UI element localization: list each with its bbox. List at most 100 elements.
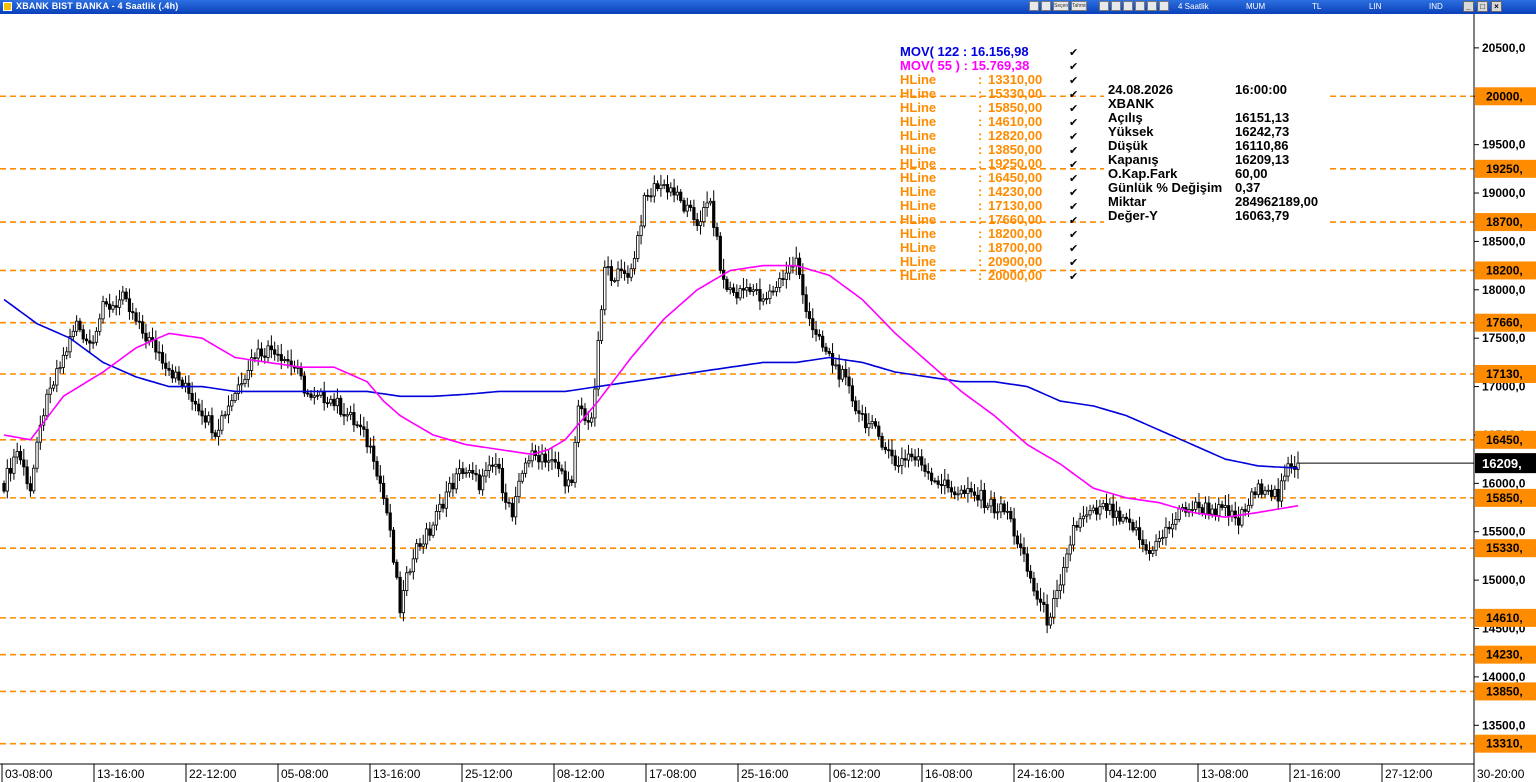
candle-body	[613, 280, 617, 282]
candle-body	[1217, 504, 1221, 516]
candle-body	[329, 398, 333, 404]
info-value: 0,37	[1235, 180, 1260, 195]
candle-body	[124, 291, 128, 300]
pencil-icon[interactable]	[1123, 1, 1133, 11]
options-button[interactable]: Seçenekler	[1053, 1, 1069, 11]
candle-body	[923, 464, 927, 472]
candle-body	[1283, 475, 1287, 482]
candle-body	[299, 366, 303, 377]
candle-body	[500, 467, 505, 494]
legend-hline-value: 14610,00	[988, 114, 1042, 129]
legend-check-icon: ✔	[1069, 159, 1078, 171]
candle-body	[1022, 547, 1026, 555]
currency-button[interactable]: TL	[1312, 2, 1321, 11]
legend-check-icon: ✔	[1069, 75, 1078, 87]
candle-body	[840, 368, 845, 380]
y-tick-label: 19500,0	[1482, 138, 1526, 152]
legend-hline-name: HLine	[900, 198, 936, 213]
candle-body	[382, 482, 386, 499]
candle-body	[844, 368, 848, 378]
candle-body	[784, 272, 788, 280]
indicator-button[interactable]: IND	[1429, 2, 1443, 11]
candle-body	[193, 400, 198, 405]
candle-body	[1276, 488, 1280, 502]
candle-body	[867, 423, 871, 429]
crosshair-icon[interactable]	[1159, 1, 1169, 11]
minimize-button[interactable]: _	[1463, 1, 1474, 12]
candle-body	[962, 489, 967, 494]
candle-body	[880, 435, 884, 448]
legend-hline-name: HLine	[900, 128, 936, 143]
candle-body	[1002, 503, 1006, 513]
info-label: Günlük % Değişim	[1108, 180, 1222, 195]
hline-label: 14610,	[1486, 611, 1523, 625]
legend-hline-colon: :	[978, 128, 982, 143]
candle-body	[606, 266, 610, 268]
time-axis: 03-08:00 13-16:00 22-12:00 05-08:00 13-16:00…	[0, 763, 1536, 782]
legend-hline-colon: :	[978, 156, 982, 171]
scale-button[interactable]: LIN	[1369, 2, 1381, 11]
candle-body	[801, 274, 805, 296]
candle-body	[421, 543, 425, 547]
candle-body	[1045, 604, 1049, 626]
candle-body	[405, 572, 409, 591]
candle-body	[939, 484, 944, 486]
candle-body	[207, 415, 211, 423]
candle-body	[35, 441, 39, 469]
time-tick-label: 17-08:00	[649, 767, 697, 781]
candle-body	[992, 498, 996, 514]
legend-hline-colon: :	[978, 170, 982, 185]
candle-body	[127, 298, 132, 312]
candle-body	[563, 470, 567, 487]
candle-body	[735, 292, 739, 299]
candle-body	[1108, 503, 1112, 511]
candle-body	[1161, 537, 1165, 540]
title-bar: XBANK BIST BANKA - 4 Saatlik (.4h) Seçen…	[0, 0, 1536, 15]
legend-hline-name: HLine	[900, 226, 936, 241]
candle-body	[622, 270, 627, 274]
legend-check-icon: ✔	[1069, 229, 1078, 241]
candle-body	[936, 480, 940, 485]
candle-body	[144, 332, 148, 342]
candle-body	[164, 362, 168, 369]
candle-body	[180, 379, 184, 387]
grid-icon[interactable]	[1099, 1, 1109, 11]
candle-body	[827, 351, 831, 354]
y-tick-label: 18000,0	[1482, 283, 1526, 297]
axis-background	[1474, 14, 1536, 782]
candle-body	[626, 273, 630, 278]
arrow-icon[interactable]	[1147, 1, 1157, 11]
candle-body	[141, 321, 145, 334]
line-tool-icon[interactable]	[1135, 1, 1145, 11]
time-tick-label: 03-08:00	[5, 767, 53, 781]
maximize-button[interactable]: □	[1477, 1, 1488, 12]
candle-body	[114, 305, 118, 308]
time-tick-label: 06-12:00	[833, 767, 881, 781]
candle-body	[659, 184, 663, 190]
candle-body	[926, 471, 930, 474]
candle-body	[22, 459, 26, 468]
candle-body	[550, 459, 554, 462]
chart-type-icon[interactable]	[1029, 1, 1039, 11]
candle-body	[929, 472, 934, 482]
candle-body	[850, 385, 854, 402]
palette-icon[interactable]	[1041, 1, 1051, 11]
candle-body	[253, 357, 257, 360]
candle-body	[464, 472, 468, 475]
forecast-button[interactable]: Tahmin	[1071, 1, 1087, 11]
candle-body	[1025, 553, 1029, 572]
period-selector[interactable]: 4 Saatlik	[1178, 2, 1209, 11]
candle-body	[240, 383, 244, 386]
candle-mode-button[interactable]: MUM	[1246, 2, 1265, 11]
candle-body	[269, 345, 273, 351]
table-icon[interactable]	[1111, 1, 1121, 11]
candle-body	[1246, 504, 1251, 512]
info-label: Kapanış	[1108, 152, 1159, 167]
price-chart[interactable]: 20500,0 20000, 19500,0 19000,0 18500,0 18000,…	[0, 14, 1536, 782]
close-button[interactable]: ×	[1491, 1, 1502, 12]
candle-body	[226, 405, 231, 416]
candle-body	[1200, 507, 1204, 515]
candle-body	[1009, 510, 1013, 520]
candle-body	[415, 543, 419, 560]
candle-body	[154, 339, 158, 353]
